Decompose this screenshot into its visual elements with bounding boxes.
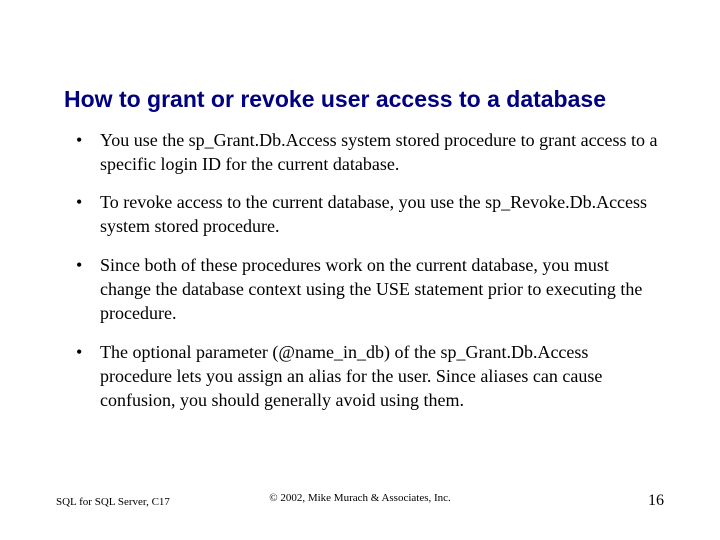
footer-center: © 2002, Mike Murach & Associates, Inc. bbox=[269, 492, 451, 504]
list-item: You use the sp_Grant.Db.Access system st… bbox=[76, 128, 664, 177]
list-item: To revoke access to the current database… bbox=[76, 190, 664, 239]
bullet-list: You use the sp_Grant.Db.Access system st… bbox=[64, 128, 664, 413]
slide-footer: SQL for SQL Server, C17 © 2002, Mike Mur… bbox=[0, 492, 720, 510]
list-item: Since both of these procedures work on t… bbox=[76, 253, 664, 326]
footer-left: SQL for SQL Server, C17 bbox=[56, 496, 170, 508]
slide: How to grant or revoke user access to a … bbox=[0, 0, 720, 540]
slide-title: How to grant or revoke user access to a … bbox=[64, 86, 664, 114]
list-item: The optional parameter (@name_in_db) of … bbox=[76, 340, 664, 413]
footer-right: 16 bbox=[648, 492, 664, 510]
